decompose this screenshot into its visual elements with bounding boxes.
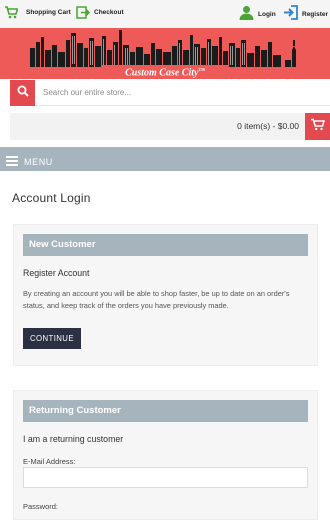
search-button[interactable] [10, 80, 35, 106]
menu-toggle[interactable]: MENU [6, 153, 53, 171]
cart-button[interactable] [305, 113, 330, 140]
menu-label: MENU [24, 157, 53, 167]
new-customer-description: By creating an account you will be able … [23, 289, 290, 310]
returning-customer-panel: Returning Customer I am a returning cust… [13, 390, 318, 520]
new-customer-heading: New Customer [23, 234, 308, 256]
shopping-cart-label: Shopping Cart [26, 9, 71, 16]
hamburger-icon [6, 153, 18, 171]
shopping-cart-link[interactable]: Shopping Cart [4, 6, 71, 19]
register-account-subheading: Register Account [23, 268, 90, 278]
login-label: Login [258, 10, 276, 18]
navigation-menu-bar: MENU [0, 147, 330, 171]
checkout-link[interactable]: Checkout [76, 6, 124, 19]
cart-icon [310, 118, 326, 136]
top-links-bar: Shopping Cart Checkout Login Register [0, 0, 330, 29]
cart-icon [4, 6, 18, 19]
user-icon [239, 5, 254, 20]
page-title: Account Login [12, 191, 91, 205]
cart-summary-bar[interactable]: 0 item(s) - $0.00 [10, 113, 330, 140]
header-banner[interactable]: Custom Case CityTM [0, 28, 330, 79]
email-label: E-Mail Address: [23, 457, 76, 466]
register-icon [283, 5, 298, 20]
password-label: Password: [23, 502, 59, 511]
checkout-icon [76, 6, 90, 19]
register-label: Register [302, 10, 329, 18]
email-field[interactable] [23, 467, 308, 488]
login-link[interactable]: Login [239, 5, 276, 20]
search-bar [10, 80, 330, 106]
new-customer-panel: New Customer Register Account By creatin… [13, 224, 318, 366]
search-input[interactable] [35, 80, 330, 106]
returning-customer-heading: Returning Customer [23, 400, 308, 422]
logo-text: Custom Case City [125, 67, 199, 79]
checkout-label: Checkout [94, 9, 124, 16]
returning-customer-subheading: I am a returning customer [23, 434, 124, 444]
register-link[interactable]: Register [283, 5, 328, 20]
continue-button[interactable]: CONTINUE [23, 328, 81, 349]
logo-trademark: TM [198, 67, 205, 72]
site-logo[interactable]: Custom Case CityTM [0, 67, 330, 78]
search-icon [17, 84, 29, 102]
cart-total: 0 item(s) - $0.00 [237, 121, 299, 131]
